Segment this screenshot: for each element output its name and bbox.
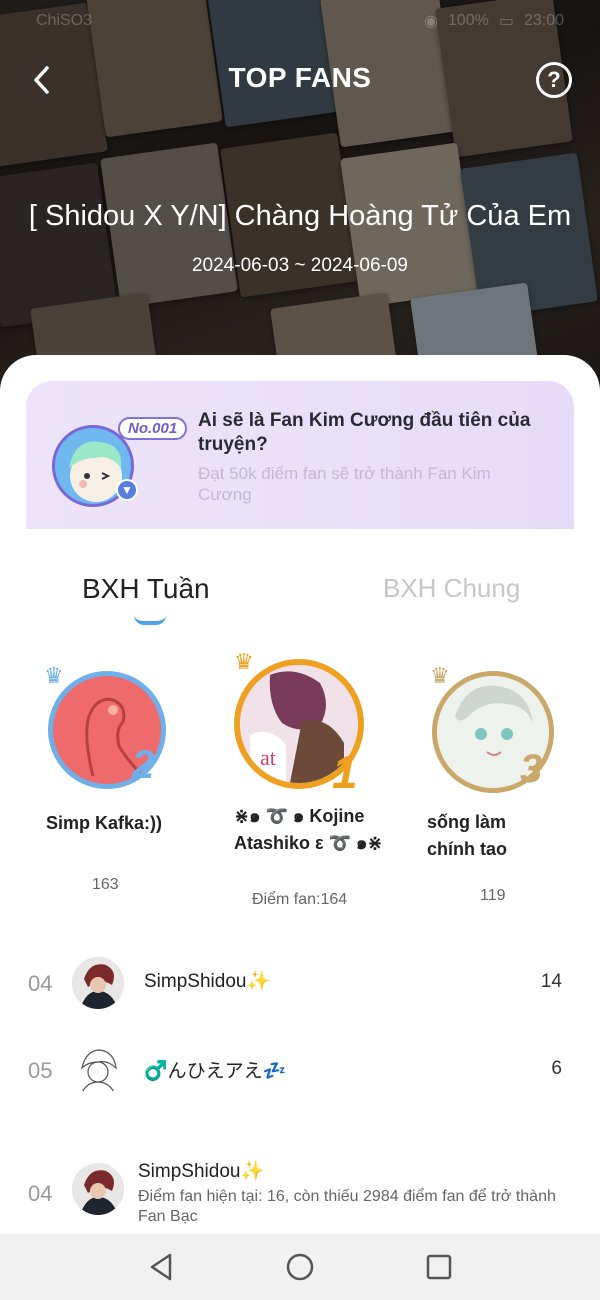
question-icon: ?: [547, 67, 561, 92]
podium-third[interactable]: ♛ 3 sống làm chính tao 119: [427, 663, 588, 904]
avatar: [72, 1044, 124, 1096]
crown-icon: ♛: [234, 649, 254, 674]
nav-recents-button[interactable]: [417, 1245, 461, 1289]
fan-name: SimpShidou✨: [138, 1161, 265, 1182]
ranking-card: ▼ No.001 Ai sẽ là Fan Kim Cương đầu tiên…: [0, 355, 600, 1300]
avatar: [72, 1163, 124, 1215]
rank-number: 1: [332, 746, 358, 798]
fan-score: Điểm fan:164: [252, 891, 348, 908]
diamond-icon: ▼: [116, 479, 138, 501]
fan-score: 163: [92, 876, 119, 893]
story-title: [ Shidou X Y/N] Chàng Hoàng Tử Của Em: [28, 200, 572, 232]
rank-number: 3: [520, 747, 543, 791]
square-recents-icon: [426, 1254, 452, 1280]
fan-score: 6: [551, 1058, 562, 1079]
nav-home-button[interactable]: [278, 1245, 322, 1289]
rank-label: 04: [28, 1181, 53, 1206]
fan-name: ♂️んひえアえ💤: [144, 1061, 287, 1082]
system-nav-bar: [0, 1234, 600, 1300]
avatar: [72, 957, 124, 1009]
crown-icon: ♛: [44, 663, 64, 688]
page-title: TOP FANS: [228, 62, 372, 93]
rank-label: 05: [28, 1058, 53, 1083]
fan-score: 14: [540, 971, 562, 992]
fan-name: sống làm chính tao: [427, 812, 507, 859]
fan-name: ⋇๑ ➰ ๑ Kojine Atashiko ε ➰ ๑⋇: [234, 806, 383, 853]
tab-weekly[interactable]: BXH Tuần: [82, 573, 210, 605]
svg-text:at: at: [260, 745, 276, 770]
rank-label: 04: [28, 971, 53, 996]
no001-badge: No.001: [118, 417, 188, 440]
rank-number: 2: [132, 743, 155, 787]
my-ranking[interactable]: 04 SimpShidou✨ Điểm fan hiện tại: 16, cò…: [0, 1155, 600, 1245]
date-range: 2024-06-03 ~ 2024-06-09: [191, 255, 409, 276]
diamond-fan-promo[interactable]: ▼ No.001 Ai sẽ là Fan Kim Cương đầu tiên…: [26, 381, 574, 529]
header-banner: ChiSO3 ◉ 100% ▭ 23:00 TOP FANS ? [ Shido…: [0, 0, 600, 400]
top-bar: TOP FANS ?: [0, 58, 600, 102]
circle-home-icon: [286, 1253, 314, 1281]
battery-icon: ▭: [498, 13, 514, 30]
promo-subtitle: Đạt 50k điểm fan sẽ trở thành Fan Kim Cư…: [198, 464, 491, 504]
promo-question: Ai sẽ là Fan Kim Cương đầu tiên của truy…: [198, 410, 531, 455]
help-button[interactable]: ?: [536, 62, 572, 98]
status-bar: ChiSO3 ◉ 100% ▭ 23:00: [36, 8, 564, 34]
crown-icon: ♛: [430, 663, 450, 688]
podium-second[interactable]: ♛ 2 Simp Kafka:)) 163: [40, 663, 210, 893]
ranking-tabs: BXH Tuần BXH Chung: [0, 565, 600, 625]
time-label: 23:00: [523, 12, 564, 29]
podium: ♛ 2 Simp Kafka:)) 163 at ♛ 1 ⋇๑ ➰ ๑ Koji…: [0, 649, 600, 915]
list-item[interactable]: 05 ♂️んひえアえ💤 6: [0, 1036, 600, 1106]
tab-overall[interactable]: BXH Chung: [383, 573, 520, 604]
triangle-back-icon: [150, 1253, 172, 1281]
carrier-label: ChiSO3: [36, 12, 93, 29]
battery-label: 100%: [447, 12, 489, 29]
fan-score: 119: [480, 887, 506, 904]
fan-name: Simp Kafka:)): [46, 813, 163, 833]
nav-back-button[interactable]: [139, 1245, 183, 1289]
tab-indicator: [134, 615, 166, 625]
fan-progress-info: Điểm fan hiện tại: 16, còn thiếu 2984 đi…: [138, 1188, 556, 1225]
fan-name: SimpShidou✨: [144, 971, 271, 992]
podium-first[interactable]: at ♛ 1 ⋇๑ ➰ ๑ Kojine Atashiko ε ➰ ๑⋇ Điể…: [228, 649, 398, 915]
list-item[interactable]: 04 SimpShidou✨ 14: [0, 949, 600, 1019]
eye-icon: ◉: [423, 13, 438, 30]
